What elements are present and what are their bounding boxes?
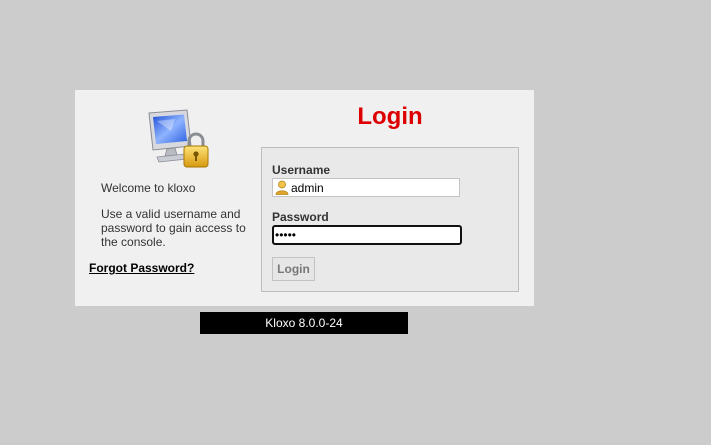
password-label: Password bbox=[272, 210, 329, 224]
username-label: Username bbox=[272, 163, 331, 177]
login-title: Login bbox=[357, 103, 423, 130]
login-panel: Welcome to kloxo Use a valid username an… bbox=[75, 90, 534, 306]
login-button[interactable]: Login bbox=[272, 257, 315, 281]
version-footer: Kloxo 8.0.0-24 bbox=[200, 312, 408, 334]
computer-lock-icon bbox=[147, 109, 209, 169]
user-icon bbox=[275, 180, 289, 195]
password-input[interactable] bbox=[272, 225, 462, 245]
username-input[interactable] bbox=[290, 179, 459, 196]
login-form: Username Password Login bbox=[261, 147, 519, 292]
username-field[interactable] bbox=[272, 178, 460, 197]
forgot-password-link[interactable]: Forgot Password? bbox=[89, 261, 194, 275]
instructions-text: Use a valid username and password to gai… bbox=[101, 207, 246, 249]
welcome-text: Welcome to kloxo bbox=[101, 181, 196, 195]
